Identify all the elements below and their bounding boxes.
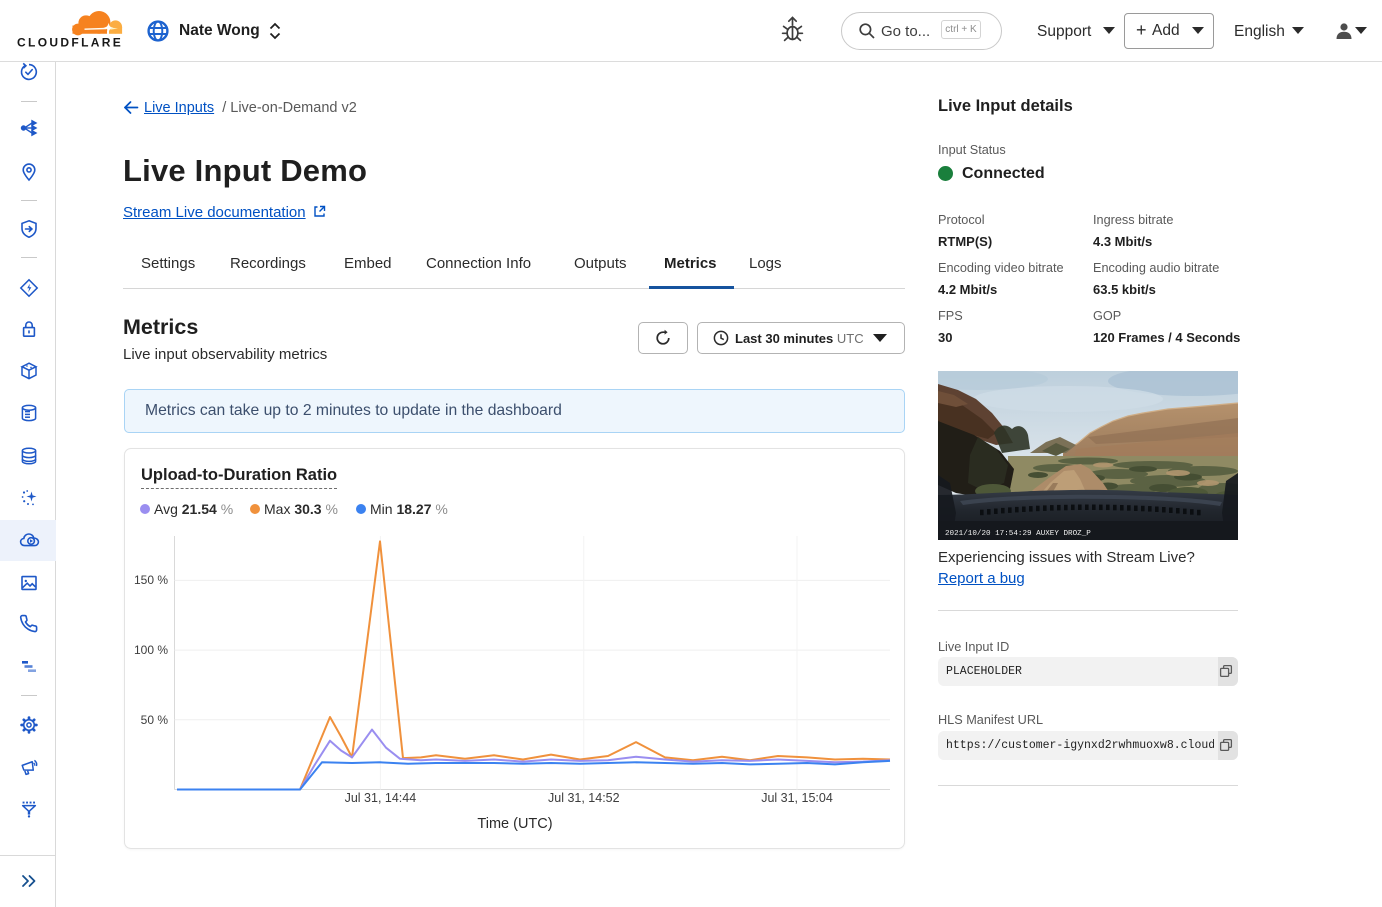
svg-text:Jul 31, 15:04: Jul 31, 15:04	[761, 791, 833, 805]
svg-text:100 %: 100 %	[134, 643, 168, 657]
svg-text:2021/10/20 17:54:29 AUXEY DROZ: 2021/10/20 17:54:29 AUXEY DROZ_P	[945, 530, 1091, 538]
svg-text:Jul 31, 14:44: Jul 31, 14:44	[345, 791, 417, 805]
svg-text:50 %: 50 %	[141, 713, 169, 727]
svg-text:Jul 31, 14:52: Jul 31, 14:52	[548, 791, 620, 805]
svg-text:Time (UTC): Time (UTC)	[477, 816, 552, 832]
svg-text:150 %: 150 %	[134, 573, 168, 587]
svg-text:CLOUDFLARE: CLOUDFLARE	[17, 36, 123, 50]
